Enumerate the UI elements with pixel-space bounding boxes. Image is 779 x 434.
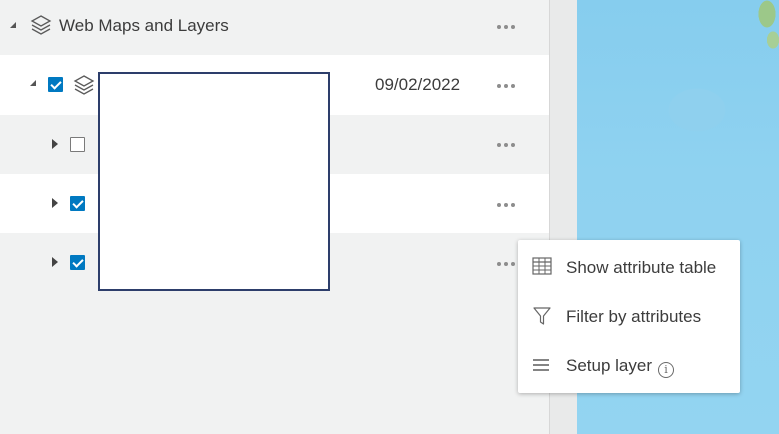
collapse-arrow-icon[interactable] (30, 80, 36, 86)
layer-list-panel: Web Maps and Layers 09/02/2022 (0, 0, 549, 434)
more-options-icon[interactable] (497, 84, 515, 88)
layer-visibility-checkbox[interactable] (70, 137, 85, 152)
modified-date: 09/02/2022 (375, 75, 461, 94)
list-icon (533, 359, 549, 371)
menu-item-show-attribute-table[interactable]: Show attribute table (518, 242, 740, 292)
menu-item-setup-layer[interactable]: Setup layer i (518, 341, 740, 391)
menu-item-filter-by-attributes[interactable]: Filter by attributes (518, 292, 740, 342)
expand-arrow-icon[interactable] (52, 139, 58, 149)
layer-visibility-checkbox[interactable] (70, 196, 85, 211)
more-options-icon[interactable] (497, 262, 515, 266)
group-label: Web Maps and Layers (59, 16, 229, 35)
expand-arrow-icon[interactable] (52, 198, 58, 208)
layer-visibility-checkbox[interactable] (70, 255, 85, 270)
expand-arrow-icon[interactable] (52, 257, 58, 267)
menu-item-label: Filter by attributes (566, 307, 702, 326)
layers-icon (30, 15, 52, 35)
table-icon (532, 257, 552, 275)
more-options-icon[interactable] (497, 203, 515, 207)
menu-item-label: Show attribute table (566, 258, 717, 277)
group-row-web-maps[interactable]: Web Maps and Layers (0, 0, 549, 60)
info-icon[interactable]: i (658, 362, 674, 378)
menu-item-label: Setup layer (566, 356, 652, 375)
more-options-icon[interactable] (497, 143, 515, 147)
filter-icon (533, 307, 551, 325)
layer-context-menu: Show attribute table Filter by attribute… (518, 240, 740, 393)
menu-item-setup-layer-label: Setup layer i (566, 356, 674, 378)
redacted-area (98, 72, 330, 291)
collapse-arrow-icon[interactable] (10, 22, 16, 28)
layers-icon (73, 75, 95, 95)
webmap-visibility-checkbox[interactable] (48, 77, 63, 92)
more-options-icon[interactable] (497, 25, 515, 29)
